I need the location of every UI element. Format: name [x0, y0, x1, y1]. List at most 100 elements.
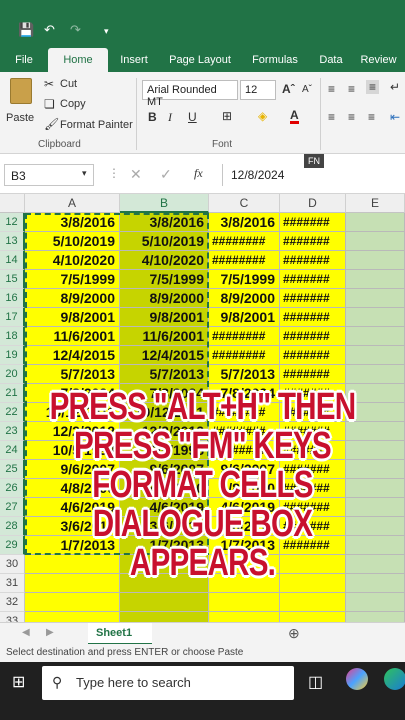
indent-icon[interactable]: ⇤ [390, 110, 400, 124]
bold-button[interactable]: B [148, 110, 157, 124]
font-name-select[interactable]: Arial Rounded MT [142, 80, 238, 108]
cell-a14[interactable]: 4/10/2020 [25, 251, 120, 270]
cell-a19[interactable]: 12/4/2015 [25, 346, 120, 365]
underline-button[interactable]: U [188, 110, 197, 124]
align-middle-icon[interactable]: ≡ [348, 82, 355, 96]
cell-e33[interactable] [346, 612, 405, 622]
add-sheet-icon[interactable]: ⊕ [288, 625, 300, 642]
cell-c14[interactable]: ######## [209, 251, 280, 270]
cell-b14[interactable]: 4/10/2020 [120, 251, 209, 270]
cell-c15[interactable]: 7/5/1999 [209, 270, 280, 289]
cell-b13[interactable]: 5/10/2019 [120, 232, 209, 251]
italic-button[interactable]: I [168, 110, 172, 125]
row-header[interactable]: 33 [0, 612, 25, 622]
cell-b18[interactable]: 11/6/2001 [120, 327, 209, 346]
sheet-tab[interactable]: Sheet1 [88, 623, 152, 645]
cell-e12[interactable] [346, 213, 405, 232]
row-header[interactable]: 14 [0, 251, 25, 270]
cell-e13[interactable] [346, 232, 405, 251]
save-icon[interactable]: 💾 [18, 22, 34, 38]
cell-d18[interactable]: ####### [280, 327, 346, 346]
column-header[interactable]: C [209, 194, 280, 213]
cell-d16[interactable]: ####### [280, 289, 346, 308]
windows-start-icon[interactable]: ⊞ [12, 672, 25, 692]
cell-d12[interactable]: ####### [280, 213, 346, 232]
cell-e19[interactable] [346, 346, 405, 365]
cell-a32[interactable] [25, 593, 120, 612]
row-header[interactable]: 17 [0, 308, 25, 327]
row-header[interactable]: 19 [0, 346, 25, 365]
row-header[interactable]: 32 [0, 593, 25, 612]
cell-a15[interactable]: 7/5/1999 [25, 270, 120, 289]
cell-d15[interactable]: ####### [280, 270, 346, 289]
column-header[interactable]: E [346, 194, 405, 213]
tab-file[interactable]: File [0, 48, 48, 72]
align-top-icon[interactable]: ≡ [328, 82, 335, 96]
cell-a20[interactable]: 5/7/2013 [25, 365, 120, 384]
cell-a18[interactable]: 11/6/2001 [25, 327, 120, 346]
cell-d33[interactable] [280, 612, 346, 622]
cell-a12[interactable]: 3/8/2016 [25, 213, 120, 232]
enter-icon[interactable]: ✓ [160, 166, 172, 183]
insert-function-button[interactable]: fx [194, 166, 203, 181]
cell-b17[interactable]: 9/8/2001 [120, 308, 209, 327]
tab-home[interactable]: Home [48, 48, 108, 72]
next-sheet-icon[interactable]: ▶ [46, 627, 54, 638]
row-header[interactable]: 16 [0, 289, 25, 308]
cell-a17[interactable]: 9/8/2001 [25, 308, 120, 327]
increase-font-icon[interactable]: Aˆ [282, 82, 295, 96]
cell-b12[interactable]: 3/8/2016 [120, 213, 209, 232]
edge-icon[interactable] [384, 668, 405, 690]
customize-qa-icon[interactable]: ▾ [104, 26, 109, 37]
select-all-corner[interactable] [0, 194, 25, 213]
align-bottom-icon[interactable]: ≡ [366, 80, 380, 94]
cell-b19[interactable]: 12/4/2015 [120, 346, 209, 365]
cell-e32[interactable] [346, 593, 405, 612]
cell-c33[interactable] [209, 612, 280, 622]
cancel-icon[interactable]: ✕ [130, 166, 142, 183]
tab-formulas[interactable]: Formulas [240, 48, 310, 72]
prev-sheet-icon[interactable]: ◀ [22, 627, 30, 638]
cell-d13[interactable]: ####### [280, 232, 346, 251]
cut-button[interactable]: Cut [60, 78, 77, 90]
cell-e14[interactable] [346, 251, 405, 270]
cell-d20[interactable]: ####### [280, 365, 346, 384]
name-box[interactable]: B3 [4, 164, 94, 186]
row-header[interactable]: 20 [0, 365, 25, 384]
cell-b16[interactable]: 8/9/2000 [120, 289, 209, 308]
cell-d32[interactable] [280, 593, 346, 612]
decrease-font-icon[interactable]: Aˇ [302, 84, 312, 95]
cell-b15[interactable]: 7/5/1999 [120, 270, 209, 289]
copilot-icon[interactable] [346, 668, 368, 690]
cell-c20[interactable]: 5/7/2013 [209, 365, 280, 384]
align-left-icon[interactable]: ≡ [328, 110, 335, 124]
cell-e16[interactable] [346, 289, 405, 308]
column-header[interactable]: A [25, 194, 120, 213]
column-header[interactable]: B [120, 194, 209, 213]
cell-e18[interactable] [346, 327, 405, 346]
cell-d14[interactable]: ####### [280, 251, 346, 270]
tab-insert[interactable]: Insert [108, 48, 160, 72]
row-header[interactable]: 15 [0, 270, 25, 289]
column-header[interactable]: D [280, 194, 346, 213]
taskbar-search[interactable]: ⚲ Type here to search [42, 666, 294, 700]
cell-d19[interactable]: ####### [280, 346, 346, 365]
align-center-icon[interactable]: ≡ [348, 110, 355, 124]
row-header[interactable]: 12 [0, 213, 25, 232]
fill-color-icon[interactable]: ◈ [258, 109, 267, 123]
cell-b20[interactable]: 5/7/2013 [120, 365, 209, 384]
borders-icon[interactable]: ⊞ [222, 109, 232, 123]
cell-e17[interactable] [346, 308, 405, 327]
cell-c32[interactable] [209, 593, 280, 612]
cell-d17[interactable]: ####### [280, 308, 346, 327]
cell-c18[interactable]: ######## [209, 327, 280, 346]
font-size-select[interactable]: 12 [240, 80, 276, 100]
chevron-down-icon[interactable]: ▾ [82, 168, 87, 179]
cell-a33[interactable] [25, 612, 120, 622]
align-right-icon[interactable]: ≡ [368, 110, 375, 124]
row-header[interactable]: 18 [0, 327, 25, 346]
cell-e15[interactable] [346, 270, 405, 289]
wrap-text-icon[interactable]: ↵ [390, 80, 400, 94]
format-painter-button[interactable]: Format Painter [60, 119, 133, 131]
cell-a13[interactable]: 5/10/2019 [25, 232, 120, 251]
